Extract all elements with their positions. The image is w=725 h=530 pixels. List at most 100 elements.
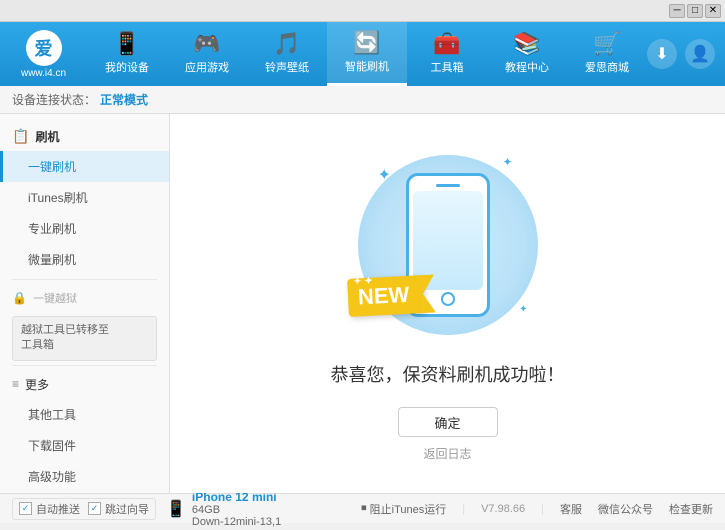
device-storage: 64GB <box>192 504 281 516</box>
nav-ringtone-label: 铃声壁纸 <box>265 59 309 75</box>
sidebar-flash-header[interactable]: 📋 刷机 <box>0 122 169 151</box>
status-bar: 设备连接状态： 正常模式 <box>0 86 725 114</box>
more-section-icon: ≡ <box>12 377 19 391</box>
divider-2 <box>12 365 157 366</box>
jailbreak-label: 一键越狱 <box>33 290 77 306</box>
nav-shop-label: 爱思商城 <box>585 59 629 75</box>
phone-speaker <box>436 184 460 187</box>
sidebar-more-section: ≡ 更多 其他工具 下载固件 高级功能 <box>0 370 169 492</box>
nav-tutorial-label: 教程中心 <box>505 59 549 75</box>
nav-smart-flash-label: 智能刷机 <box>345 58 389 74</box>
skip-wizard-checkbox[interactable]: ✓ 跳过向导 <box>88 501 149 517</box>
auto-push-checkbox-box[interactable]: ✓ <box>19 502 32 515</box>
my-device-icon: 📱 <box>113 33 140 55</box>
new-badge-stars: ✦ ✦ <box>352 276 372 288</box>
sidebar-item-itunes-flash[interactable]: iTunes刷机 <box>0 182 169 213</box>
version-text: V7.98.66 <box>481 503 525 515</box>
smart-flash-icon: 🔄 <box>353 32 380 54</box>
sep-1: | <box>462 503 465 515</box>
tutorial-icon: 📚 <box>513 33 540 55</box>
confirm-button[interactable]: 确定 <box>398 407 498 437</box>
other-tools-label: 其他工具 <box>28 408 76 422</box>
sparkle-3-icon: ✦ <box>519 304 527 315</box>
nav-apps-games-label: 应用游戏 <box>185 59 229 75</box>
auto-push-label: 自动推送 <box>36 501 80 517</box>
sparkle-1-icon: ✦ <box>378 165 391 185</box>
check-update-link[interactable]: 检查更新 <box>669 501 713 517</box>
sidebar: 📋 刷机 一键刷机 iTunes刷机 专业刷机 微量刷机 🔒 一键越狱 <box>0 114 170 493</box>
nav-shop[interactable]: 🛒 爱思商城 <box>567 22 647 86</box>
pro-flash-label: 专业刷机 <box>28 222 76 236</box>
sidebar-flash-section: 📋 刷机 一键刷机 iTunes刷机 专业刷机 微量刷机 <box>0 122 169 275</box>
advanced-label: 高级功能 <box>28 470 76 484</box>
main-layout: 📋 刷机 一键刷机 iTunes刷机 专业刷机 微量刷机 🔒 一键越狱 <box>0 114 725 493</box>
sidebar-jailbreak-notice: 越狱工具已转移至工具箱 <box>12 316 157 361</box>
nav-tutorial[interactable]: 📚 教程中心 <box>487 22 567 86</box>
auto-push-checkbox[interactable]: ✓ 自动推送 <box>19 501 80 517</box>
stop-itunes-icon: ⏹ <box>361 502 367 515</box>
status-label: 设备连接状态： <box>12 91 96 108</box>
toolbox-icon: 🧰 <box>433 33 460 55</box>
nav-smart-flash[interactable]: 🔄 智能刷机 <box>327 22 407 86</box>
new-badge: ✦ ✦ NEW <box>347 275 424 317</box>
device-details-area: iPhone 12 mini 64GB Down-12mini-13,1 <box>192 488 281 530</box>
sidebar-more-header[interactable]: ≡ 更多 <box>0 370 169 399</box>
skip-wizard-checkbox-box[interactable]: ✓ <box>88 502 101 515</box>
bottom-left: ✓ 自动推送 ✓ 跳过向导 📱 iPhone 12 mini 64GB Down… <box>12 488 361 530</box>
stop-itunes-button[interactable]: ⏹ 阻止iTunes运行 <box>361 501 446 517</box>
status-value: 正常模式 <box>100 91 148 108</box>
divider-1 <box>12 279 157 280</box>
logo-subtext: www.i4.cn <box>21 68 66 79</box>
ringtone-icon: 🎵 <box>273 33 300 55</box>
one-click-flash-label: 一键刷机 <box>28 160 76 174</box>
success-title: 恭喜您，保资料刷机成功啦！ <box>331 361 565 387</box>
sidebar-item-pro-flash[interactable]: 专业刷机 <box>0 213 169 244</box>
stop-itunes-label: 阻止iTunes运行 <box>370 501 447 517</box>
content-area: ✦ ✦ ✦ ✦ ✦ NEW 恭喜您，保资料刷机成功啦！ 确定 返回日志 <box>170 114 725 493</box>
user-button[interactable]: 👤 <box>685 39 715 69</box>
nav-items: 📱 我的设备 🎮 应用游戏 🎵 铃声壁纸 🔄 智能刷机 🧰 工具箱 📚 教程中心… <box>87 22 647 86</box>
sidebar-item-download-firmware[interactable]: 下载固件 <box>0 430 169 461</box>
nav-right-buttons: ⬇ 👤 <box>647 39 715 69</box>
bottom-right: ⏹ 阻止iTunes运行 | V7.98.66 | 客服 微信公众号 检查更新 <box>361 501 713 517</box>
shop-icon: 🛒 <box>593 33 620 55</box>
micro-flash-label: 微量刷机 <box>28 253 76 267</box>
nav-my-device-label: 我的设备 <box>105 59 149 75</box>
download-button[interactable]: ⬇ <box>647 39 677 69</box>
nav-toolbox[interactable]: 🧰 工具箱 <box>407 22 487 86</box>
lock-icon: 🔒 <box>12 291 27 305</box>
title-bar: ─ □ ✕ <box>0 0 725 22</box>
itunes-flash-label: iTunes刷机 <box>28 191 88 205</box>
sidebar-flash-title: 刷机 <box>35 128 59 145</box>
wechat-link[interactable]: 微信公众号 <box>598 501 653 517</box>
nav-apps-games[interactable]: 🎮 应用游戏 <box>167 22 247 86</box>
nav-ringtone[interactable]: 🎵 铃声壁纸 <box>247 22 327 86</box>
sidebar-item-micro-flash[interactable]: 微量刷机 <box>0 244 169 275</box>
minimize-button[interactable]: ─ <box>669 4 685 18</box>
sidebar-item-one-click-flash[interactable]: 一键刷机 <box>0 151 169 182</box>
flash-section-icon: 📋 <box>12 128 29 145</box>
sidebar-item-other-tools[interactable]: 其他工具 <box>0 399 169 430</box>
maximize-button[interactable]: □ <box>687 4 703 18</box>
device-firmware: Down-12mini-13,1 <box>192 516 281 528</box>
sep-2: | <box>541 503 544 515</box>
apps-games-icon: 🎮 <box>193 33 220 55</box>
download-firmware-label: 下载固件 <box>28 439 76 453</box>
skip-wizard-label: 跳过向导 <box>105 501 149 517</box>
sidebar-jailbreak-section: 🔒 一键越狱 越狱工具已转移至工具箱 <box>0 284 169 361</box>
logo-area: 爱 www.i4.cn <box>10 30 77 79</box>
close-button[interactable]: ✕ <box>705 4 721 18</box>
sidebar-jailbreak-header: 🔒 一键越狱 <box>0 284 169 312</box>
nav-my-device[interactable]: 📱 我的设备 <box>87 22 167 86</box>
top-nav: 爱 www.i4.cn 📱 我的设备 🎮 应用游戏 🎵 铃声壁纸 🔄 智能刷机 … <box>0 22 725 86</box>
sidebar-more-title: 更多 <box>25 376 49 393</box>
sparkle-2-icon: ✦ <box>502 155 512 169</box>
logo-icon: 爱 <box>26 30 62 66</box>
phone-home-button <box>441 292 455 306</box>
bottom-bar: ✓ 自动推送 ✓ 跳过向导 📱 iPhone 12 mini 64GB Down… <box>0 493 725 523</box>
back-link[interactable]: 返回日志 <box>423 445 471 462</box>
customer-service-link[interactable]: 客服 <box>560 501 582 517</box>
device-info: 📱 iPhone 12 mini 64GB Down-12mini-13,1 <box>166 488 281 530</box>
device-phone-icon: 📱 <box>166 499 186 519</box>
nav-toolbox-label: 工具箱 <box>431 59 464 75</box>
